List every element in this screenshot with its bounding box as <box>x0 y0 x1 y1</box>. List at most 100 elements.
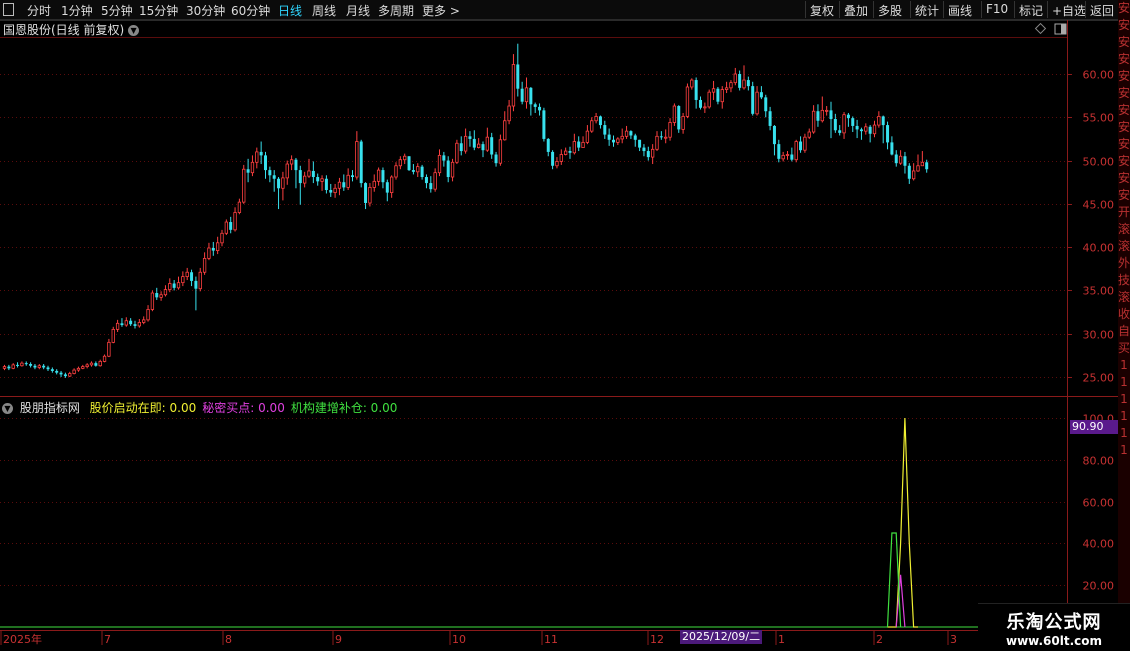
candle[interactable] <box>455 139 459 165</box>
side-tab-21[interactable]: 1 <box>1118 357 1130 374</box>
candle[interactable] <box>838 125 842 136</box>
candle[interactable] <box>685 83 690 119</box>
candle[interactable] <box>29 362 33 368</box>
candle[interactable] <box>372 174 376 192</box>
side-tab-10[interactable]: 安 <box>1118 170 1130 187</box>
candle[interactable] <box>146 305 150 322</box>
candle[interactable] <box>542 107 546 142</box>
candle[interactable] <box>803 133 807 153</box>
candle[interactable] <box>355 131 359 180</box>
candle[interactable] <box>538 103 542 116</box>
side-tab-3[interactable]: 安 <box>1118 51 1130 68</box>
candle[interactable] <box>98 359 102 367</box>
candle[interactable] <box>807 128 811 139</box>
candle[interactable] <box>751 81 755 116</box>
candle[interactable] <box>494 151 498 167</box>
candle[interactable] <box>398 156 403 170</box>
candle[interactable] <box>799 136 803 153</box>
side-tab-19[interactable]: 自 <box>1118 323 1130 340</box>
candle[interactable] <box>898 150 903 165</box>
side-tab-15[interactable]: 外 <box>1118 255 1130 272</box>
candle[interactable] <box>7 364 11 371</box>
candle[interactable] <box>11 363 15 370</box>
candle[interactable] <box>359 139 363 188</box>
candle[interactable] <box>220 229 224 247</box>
candle[interactable] <box>264 151 267 179</box>
candle[interactable] <box>598 115 602 129</box>
candle[interactable] <box>877 111 881 128</box>
candle[interactable] <box>233 207 237 232</box>
candle[interactable] <box>529 86 533 116</box>
candle[interactable] <box>664 129 668 144</box>
candle[interactable] <box>242 164 246 204</box>
candle[interactable] <box>864 123 868 135</box>
candle[interactable] <box>555 157 559 169</box>
candle[interactable] <box>572 133 576 155</box>
candle[interactable] <box>581 136 585 148</box>
candle[interactable] <box>155 287 159 300</box>
side-tab-25[interactable]: 1 <box>1118 425 1130 442</box>
candle[interactable] <box>833 113 837 133</box>
candle[interactable] <box>311 161 315 184</box>
side-tab-26[interactable]: 1 <box>1118 442 1130 459</box>
side-tab-0[interactable]: 安 <box>1118 0 1130 17</box>
candle[interactable] <box>250 155 255 177</box>
candle[interactable] <box>868 125 872 143</box>
candle[interactable] <box>181 271 185 287</box>
candle[interactable] <box>16 362 20 368</box>
candle[interactable] <box>81 364 85 370</box>
candle[interactable] <box>886 121 890 150</box>
candle[interactable] <box>594 112 598 124</box>
candle[interactable] <box>485 127 490 152</box>
candle[interactable] <box>755 86 759 116</box>
candle[interactable] <box>107 338 111 358</box>
candle[interactable] <box>507 99 511 125</box>
candle[interactable] <box>490 132 494 159</box>
candle[interactable] <box>616 137 620 145</box>
collapse-icon[interactable]: ▼ <box>2 403 13 414</box>
candle[interactable] <box>294 157 298 189</box>
candle[interactable] <box>211 241 215 256</box>
side-tab-22[interactable]: 1 <box>1118 374 1130 391</box>
candle[interactable] <box>364 182 368 210</box>
candle[interactable] <box>394 162 398 180</box>
side-tab-23[interactable]: 1 <box>1118 391 1130 408</box>
candle[interactable] <box>124 317 128 327</box>
candle[interactable] <box>176 276 181 290</box>
candle[interactable] <box>612 135 615 147</box>
candle[interactable] <box>742 65 746 90</box>
candle[interactable] <box>268 166 272 183</box>
candle[interactable] <box>381 167 385 189</box>
candle[interactable] <box>50 367 54 373</box>
side-tab-7[interactable]: 安 <box>1118 119 1130 136</box>
candle[interactable] <box>811 105 816 134</box>
candle[interactable] <box>463 128 468 154</box>
indicator-name[interactable]: 股朋指标网 <box>20 401 80 415</box>
candle[interactable] <box>590 117 594 133</box>
candle[interactable] <box>781 151 785 162</box>
candle[interactable] <box>890 136 894 156</box>
candle[interactable] <box>459 136 463 156</box>
candle[interactable] <box>768 106 772 131</box>
candle[interactable] <box>629 130 633 139</box>
candle[interactable] <box>229 216 233 234</box>
candle[interactable] <box>376 167 381 186</box>
candle[interactable] <box>46 365 50 371</box>
candle[interactable] <box>720 86 724 109</box>
candle[interactable] <box>642 144 646 157</box>
candle[interactable] <box>59 370 63 377</box>
candle[interactable] <box>403 153 407 165</box>
candle[interactable] <box>729 80 733 93</box>
side-tab-6[interactable]: 安 <box>1118 102 1130 119</box>
candle[interactable] <box>694 77 698 109</box>
candle[interactable] <box>194 276 198 311</box>
candle[interactable] <box>42 364 46 370</box>
candle[interactable] <box>429 176 433 193</box>
candle[interactable] <box>120 318 124 327</box>
candle[interactable] <box>859 127 863 140</box>
candle[interactable] <box>785 151 790 160</box>
candle[interactable] <box>72 368 76 375</box>
candle[interactable] <box>277 177 281 210</box>
diamond-icon[interactable] <box>1034 22 1047 35</box>
candle[interactable] <box>2 364 7 371</box>
